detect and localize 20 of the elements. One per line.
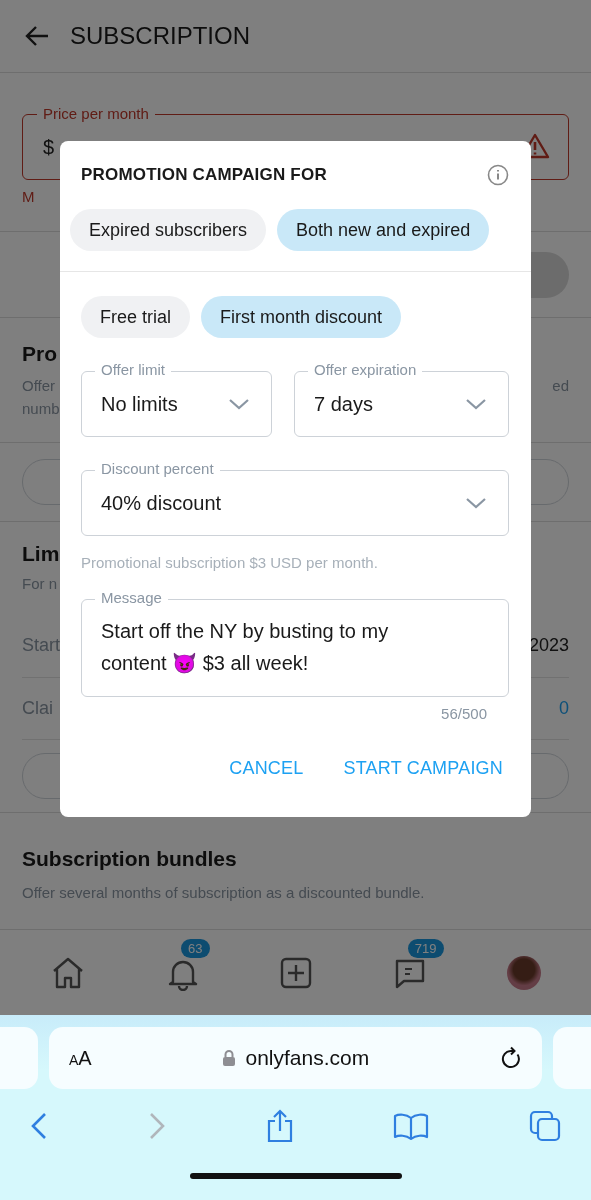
section-description: numb	[22, 399, 60, 419]
section-description: Offer	[22, 376, 56, 396]
price-note: Promotional subscription $3 USD per month.	[81, 554, 378, 571]
section-description: Offer several months of subscription as a discounted bundle.	[22, 883, 425, 903]
row-value: 2023	[528, 635, 569, 657]
row-label: Start	[22, 635, 60, 657]
count-badge: 719	[407, 938, 444, 958]
count-badge: 63	[181, 938, 210, 958]
error-text: M	[22, 188, 35, 205]
modal-title: PROMOTION CAMPAIGN FOR	[81, 165, 327, 185]
section-title: Pro	[22, 342, 57, 366]
section-description: ed	[552, 376, 569, 396]
row-value: 0	[559, 698, 569, 720]
page-title: SUBSCRIPTION	[70, 22, 251, 50]
section-title: Lim	[22, 542, 60, 566]
section-title: Subscription bundles	[22, 847, 237, 871]
character-counter: 56/500	[441, 705, 487, 722]
section-description: For n	[22, 574, 57, 594]
row-label: Clai	[22, 698, 53, 720]
url-text: onlyfans.com	[245, 1046, 370, 1070]
